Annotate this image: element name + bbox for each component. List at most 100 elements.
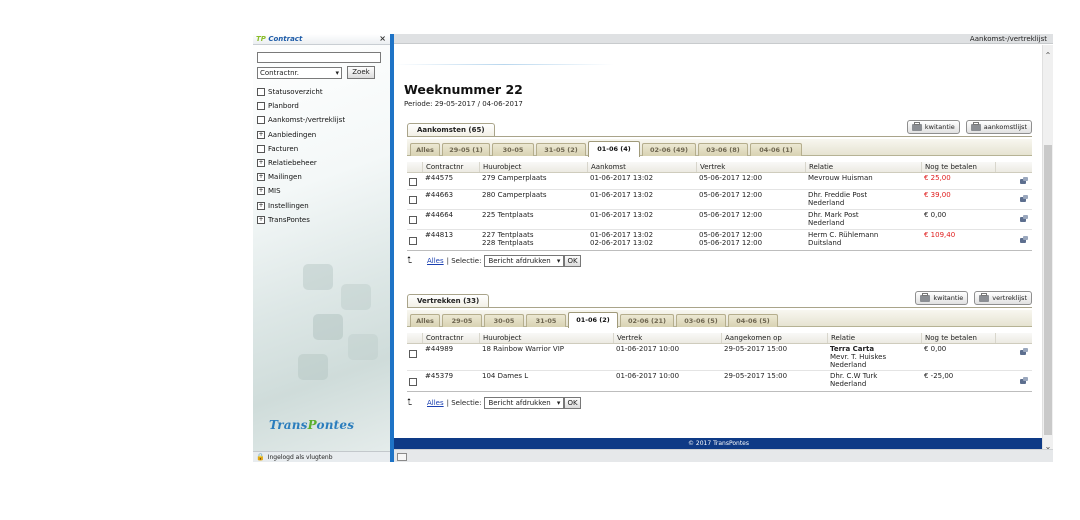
table-row[interactable]: #44575 279 Camperplaats 01-06-2017 13:02… [407, 173, 1032, 190]
sidebar-item-transpontes[interactable]: + TransPontes [257, 213, 345, 227]
date-tab[interactable]: 30-05 [484, 314, 524, 327]
sidebar-item-facturen[interactable]: Facturen [257, 142, 345, 156]
date-tab-active[interactable]: 01-06 (4) [588, 141, 640, 157]
window-icon[interactable] [397, 453, 407, 461]
arrivals-actions: kwitantie aankomstlijst [906, 120, 1032, 134]
table-row[interactable]: #44664 225 Tentplaats 01-06-2017 13:02 0… [407, 210, 1032, 230]
aankomst-date: 01-06-2017 13:02 [590, 231, 654, 239]
expand-plus-icon[interactable]: + [257, 159, 265, 168]
vertrek-date: 05-06-2017 12:00 [699, 239, 763, 247]
row-checkbox[interactable] [409, 196, 417, 204]
open-contract-icon[interactable] [1020, 236, 1028, 244]
expand-plus-icon[interactable]: + [257, 215, 265, 224]
open-contract-icon[interactable] [1020, 195, 1028, 203]
selectie-select[interactable]: Bericht afdrukken ▾ [484, 397, 565, 409]
open-contract-icon[interactable] [1020, 348, 1028, 356]
select-all-link[interactable]: Alles [427, 399, 444, 407]
brand-contract: Contract [268, 35, 303, 43]
kwitantie-button[interactable]: kwitantie [915, 291, 969, 305]
table-row[interactable]: #44663 280 Camperplaats 01-06-2017 13:02… [407, 190, 1032, 210]
main-content: Aankomst-/vertreklijst Weeknummer 22 Per… [394, 34, 1053, 462]
sidebar-item-label: MIS [268, 187, 281, 196]
ok-button[interactable]: OK [564, 255, 581, 267]
sidebar-title: TP Contract [253, 34, 390, 45]
select-all-link[interactable]: Alles [427, 257, 444, 265]
vertreklijst-button[interactable]: vertreklijst [974, 291, 1032, 305]
header-actions [995, 333, 1035, 343]
sidebar-item-planbord[interactable]: Planbord [257, 99, 345, 113]
selectie-select[interactable]: Bericht afdrukken ▾ [484, 255, 565, 267]
login-status: 🔒 Ingelogd als vlugtenb [253, 451, 390, 462]
date-tab[interactable]: 02-06 (21) [620, 314, 674, 327]
date-tab[interactable]: 03-06 (5) [676, 314, 726, 327]
select-all-arrow-icon: ⮤ [407, 256, 413, 266]
sidebar-item-relatiebeheer[interactable]: + Relatiebeheer [257, 156, 345, 170]
relatie-country: Nederland [808, 219, 845, 227]
button-label: kwitantie [924, 123, 955, 131]
date-tab[interactable]: 03-06 (8) [698, 143, 748, 156]
open-contract-icon[interactable] [1020, 177, 1028, 185]
search-type-value: Contractnr. [260, 69, 300, 77]
date-tab[interactable]: Alles [410, 314, 440, 327]
sidebar-item-mis[interactable]: + MIS [257, 184, 345, 198]
expand-plus-icon[interactable]: + [257, 187, 265, 196]
relatie-name: Mevr. T. Huiskes [830, 353, 887, 361]
open-contract-icon[interactable] [1020, 215, 1028, 223]
table-header: Contractnr Huurobject Vertrek Aangekomen… [407, 333, 1032, 344]
row-checkbox[interactable] [409, 178, 417, 186]
date-tab[interactable]: 02-06 (49) [642, 143, 696, 156]
sidebar-item-instellingen[interactable]: + Instellingen [257, 199, 345, 213]
kwitantie-button[interactable]: kwitantie [906, 120, 960, 134]
scrollbar-thumb[interactable] [1044, 145, 1052, 435]
date-tab[interactable]: 29-05 [442, 314, 482, 327]
amount-due: € 0,00 [924, 211, 947, 219]
aankomst-date: 01-06-2017 13:02 [590, 174, 654, 182]
sidebar-item-label: Planbord [268, 102, 299, 111]
row-checkbox[interactable] [409, 237, 417, 245]
sidebar-item-mailingen[interactable]: + Mailingen [257, 170, 345, 184]
expand-plus-icon[interactable]: + [257, 173, 265, 182]
date-tab[interactable]: 30-05 [492, 143, 534, 156]
vertrek-date: 01-06-2017 10:00 [616, 372, 680, 380]
contract-nr: #44664 [425, 211, 454, 219]
date-tab[interactable]: 31-05 [526, 314, 566, 327]
open-contract-icon[interactable] [1020, 377, 1028, 385]
tab-vertrekken[interactable]: Vertrekken (33) [407, 294, 490, 308]
date-tab[interactable]: Alles [410, 143, 440, 156]
search-input[interactable] [257, 52, 381, 63]
sidebar-item-aanbiedingen[interactable]: + Aanbiedingen [257, 128, 345, 142]
sidebar-item-aankomst-vertreklijst[interactable]: Aankomst-/vertreklijst [257, 113, 345, 127]
ok-button[interactable]: OK [564, 397, 581, 409]
expand-plus-icon[interactable]: + [257, 130, 265, 139]
row-checkbox[interactable] [409, 216, 417, 224]
table-row[interactable]: #44989 18 Rainbow Warrior VIP 01-06-2017… [407, 344, 1032, 371]
date-tab[interactable]: 04-06 (5) [728, 314, 778, 327]
sidebar-item-statusoverzicht[interactable]: Statusoverzicht [257, 85, 345, 99]
relatie-country: Nederland [830, 361, 867, 369]
scroll-up-icon[interactable]: ⌃ [1043, 51, 1053, 60]
expand-plus-icon[interactable]: + [257, 201, 265, 210]
date-tab-active[interactable]: 01-06 (2) [568, 312, 618, 328]
date-tab[interactable]: 04-06 (1) [750, 143, 802, 156]
zoek-button[interactable]: Zoek [347, 66, 375, 79]
close-icon[interactable]: × [379, 34, 386, 44]
huurobject: 280 Camperplaats [482, 191, 547, 199]
relatie-country: Duitsland [808, 239, 842, 247]
row-checkbox[interactable] [409, 350, 417, 358]
header-nog-te-betalen: Nog te betalen [921, 162, 995, 172]
icon-part [1023, 348, 1028, 352]
aankomst-date: 01-06-2017 13:02 [590, 191, 654, 199]
vertical-scrollbar[interactable]: ⌃ ⌄ [1042, 45, 1053, 451]
header-aangekomen-op: Aangekomen op [721, 333, 825, 343]
date-tab[interactable]: 31-05 (2) [536, 143, 586, 156]
departures-table: Contractnr Huurobject Vertrek Aangekomen… [407, 333, 1032, 393]
tab-aankomsten[interactable]: Aankomsten (65) [407, 123, 495, 137]
table-row[interactable]: #44813 227 Tentplaats 228 Tentplaats 01-… [407, 230, 1032, 251]
search-type-select[interactable]: Contractnr. ▾ [257, 67, 342, 79]
aankomstlijst-button[interactable]: aankomstlijst [965, 120, 1032, 134]
header-vertrek: Vertrek [696, 162, 800, 172]
table-row[interactable]: #45379 104 Dames L 01-06-2017 10:00 29-0… [407, 371, 1032, 392]
date-tab[interactable]: 29-05 (1) [442, 143, 490, 156]
chevron-down-icon: ▾ [556, 399, 561, 407]
row-checkbox[interactable] [409, 378, 417, 386]
